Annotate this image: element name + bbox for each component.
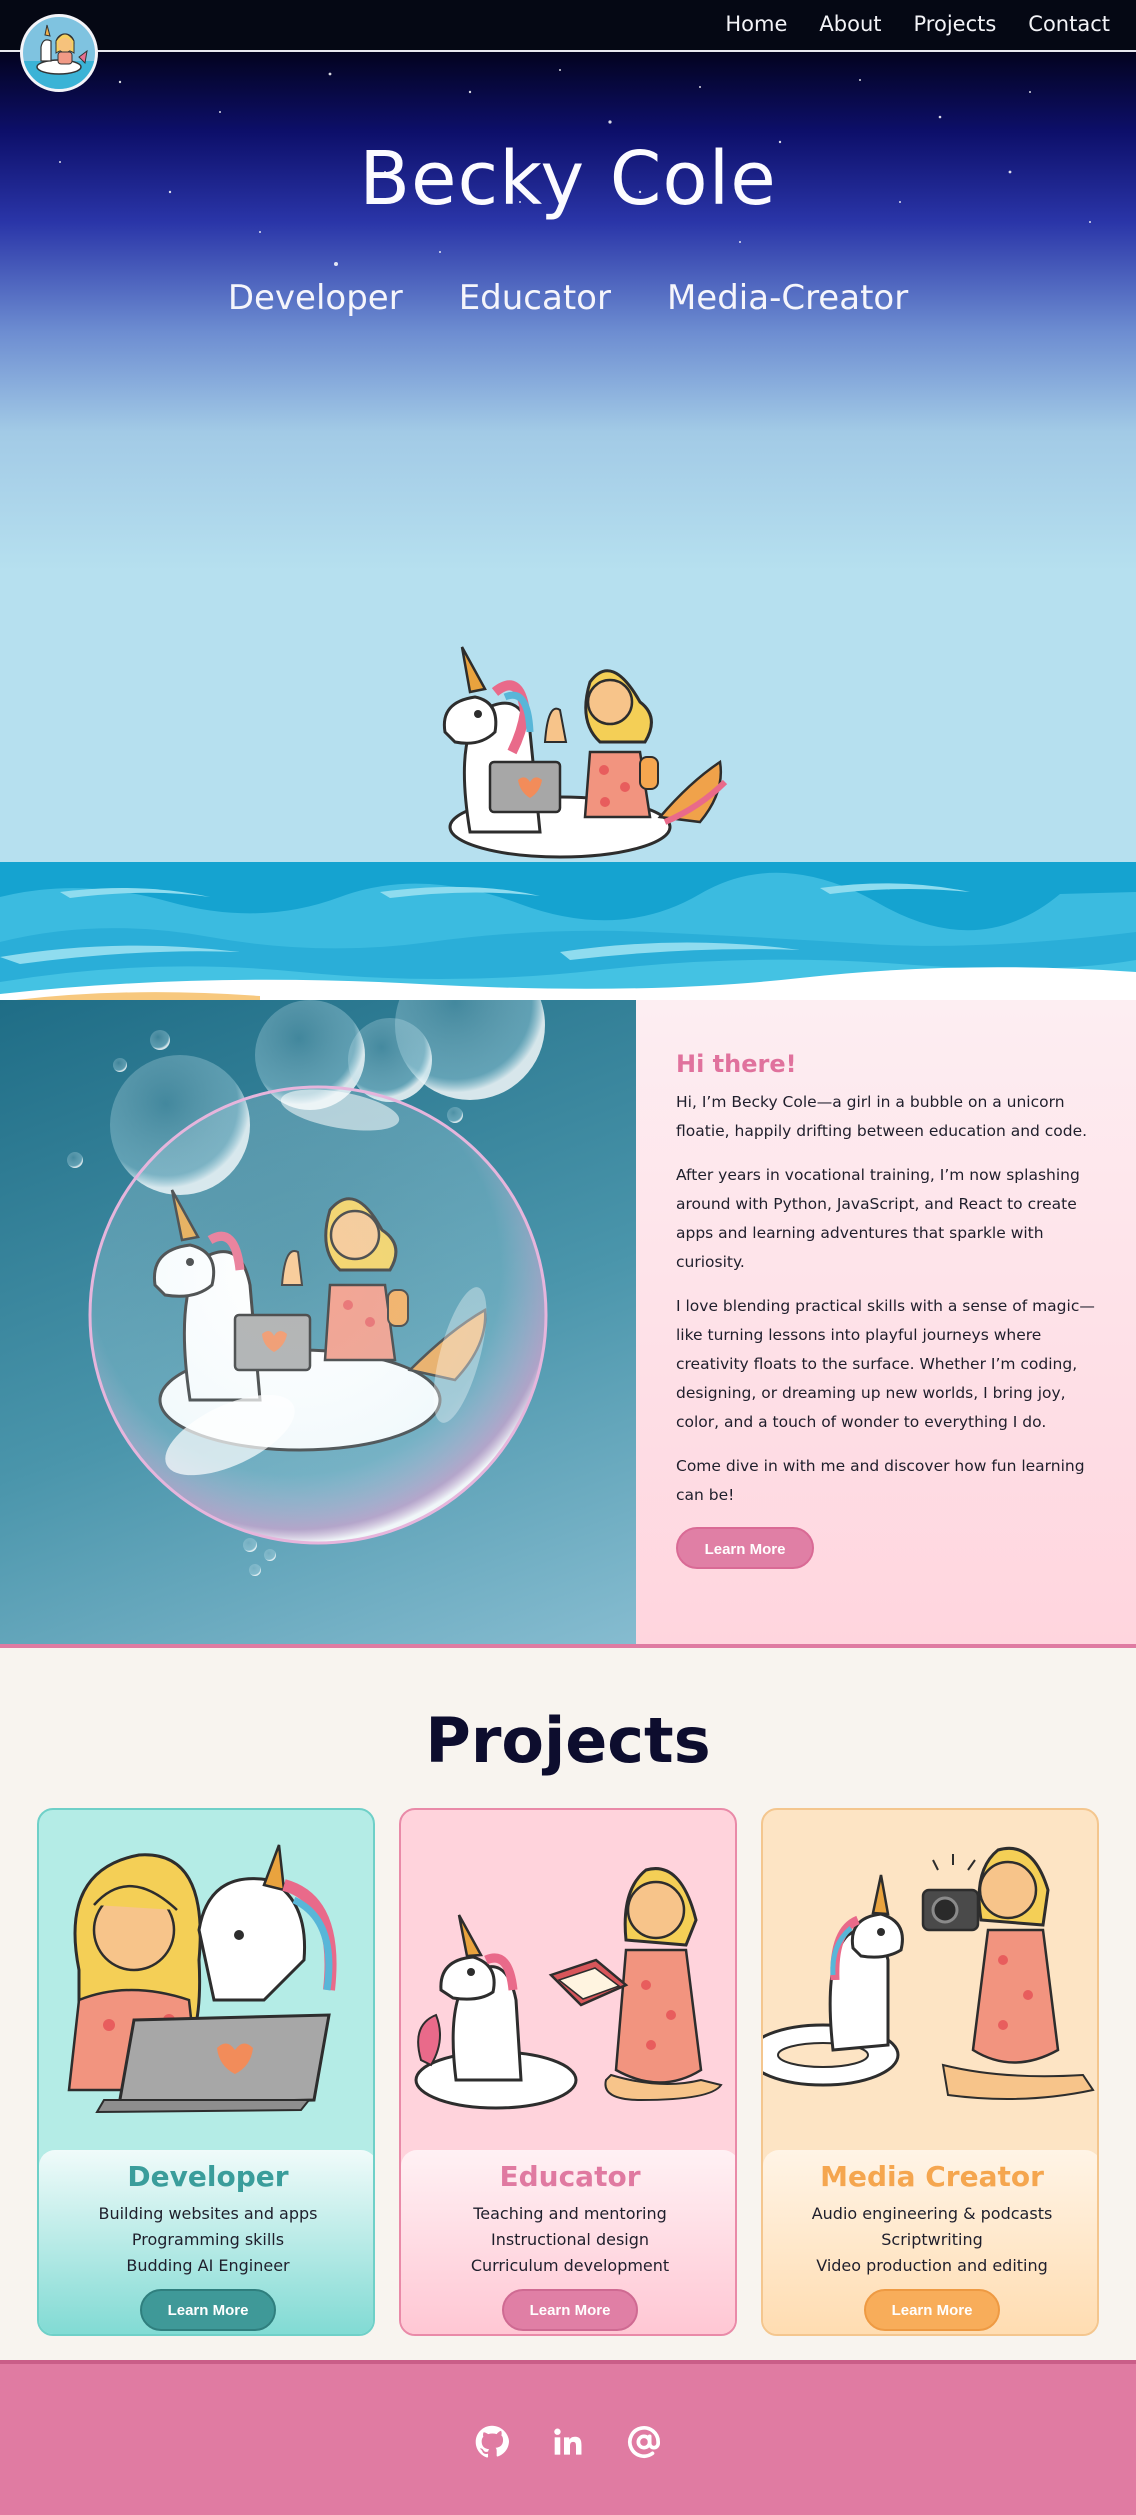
hero-section: Becky Cole Developer Educator Media-Crea… bbox=[0, 52, 1136, 1000]
card-line: Curriculum development bbox=[470, 2256, 670, 2275]
about-paragraph: After years in vocational training, I’m … bbox=[676, 1166, 1080, 1271]
card-line: Building websites and apps bbox=[98, 2204, 318, 2223]
developer-learn-more-button[interactable]: Learn More bbox=[140, 2289, 276, 2331]
project-card-developer: Developer Building websites and apps Pro… bbox=[37, 1808, 375, 2336]
nav-link-about[interactable]: About bbox=[819, 12, 881, 36]
nav-link-projects[interactable]: Projects bbox=[914, 12, 997, 36]
media-creator-illustration bbox=[763, 1847, 1095, 2100]
about-paragraph: Come dive in with me and discover how fu… bbox=[676, 1457, 1085, 1504]
linkedin-icon[interactable] bbox=[550, 2424, 586, 2460]
nav-link-contact[interactable]: Contact bbox=[1028, 12, 1110, 36]
girl-on-unicorn-floatie bbox=[442, 646, 728, 859]
about-bubble-illustration bbox=[0, 1000, 636, 1644]
card-body: Developer Building websites and apps Pro… bbox=[39, 2150, 373, 2334]
hero-roles: Developer Educator Media-Creator bbox=[0, 278, 1136, 318]
footer bbox=[0, 2360, 1136, 2515]
project-card-media-creator: Media Creator Audio engineering & podcas… bbox=[761, 1808, 1099, 2336]
hero-ocean-illustration bbox=[0, 646, 1136, 1000]
project-card-educator: Educator Teaching and mentoring Instruct… bbox=[399, 1808, 737, 2336]
card-line: Programming skills bbox=[131, 2230, 285, 2249]
about-section: Hi there! Hi, I’m Becky Cole—a girl in a… bbox=[0, 1000, 1136, 1644]
card-line: Instructional design bbox=[490, 2230, 650, 2249]
hero-role-media-creator: Media-Creator bbox=[666, 278, 909, 318]
card-body: Educator Teaching and mentoring Instruct… bbox=[401, 2150, 735, 2334]
projects-title: Projects bbox=[425, 1704, 711, 1777]
card-title: Developer bbox=[127, 2160, 289, 2193]
logo-illustration bbox=[23, 24, 95, 89]
educator-illustration bbox=[414, 1867, 723, 2110]
card-line: Budding AI Engineer bbox=[126, 2256, 290, 2275]
card-body: Media Creator Audio engineering & podcas… bbox=[763, 2150, 1097, 2334]
nav-link-home[interactable]: Home bbox=[725, 12, 787, 36]
card-line: Video production and editing bbox=[816, 2256, 1048, 2275]
hero-title: Becky Cole bbox=[359, 136, 777, 222]
projects-section: Projects Developer Building websites and… bbox=[0, 1648, 1136, 2360]
card-title: Educator bbox=[499, 2160, 641, 2193]
about-text-panel: Hi there! Hi, I’m Becky Cole—a girl in a… bbox=[636, 1000, 1136, 1644]
hero-role-developer: Developer bbox=[227, 278, 403, 318]
media-creator-learn-more-button[interactable]: Learn More bbox=[864, 2289, 1000, 2331]
about-paragraph: I love blending practical skills with a … bbox=[676, 1297, 1095, 1431]
girl-in-bubble-illustration bbox=[67, 1000, 548, 1576]
card-line: Scriptwriting bbox=[881, 2230, 983, 2249]
card-line: Audio engineering & podcasts bbox=[811, 2204, 1053, 2223]
nav-links: Home About Projects Contact bbox=[725, 12, 1110, 36]
top-navbar: Home About Projects Contact bbox=[0, 0, 1136, 92]
card-title: Media Creator bbox=[820, 2160, 1044, 2193]
card-line: Teaching and mentoring bbox=[473, 2204, 667, 2223]
developer-illustration bbox=[67, 1844, 337, 2114]
about-heading: Hi there! bbox=[676, 1050, 797, 1078]
about-paragraph: Hi, I’m Becky Cole—a girl in a bubble on… bbox=[676, 1093, 1088, 1140]
social-links bbox=[0, 2424, 1136, 2460]
about-learn-more-button[interactable]: Learn More bbox=[676, 1527, 814, 1569]
educator-learn-more-button[interactable]: Learn More bbox=[502, 2289, 638, 2331]
hero-role-educator: Educator bbox=[458, 278, 611, 318]
email-at-icon[interactable] bbox=[626, 2424, 662, 2460]
github-icon[interactable] bbox=[474, 2424, 510, 2460]
logo-avatar[interactable] bbox=[20, 14, 98, 92]
